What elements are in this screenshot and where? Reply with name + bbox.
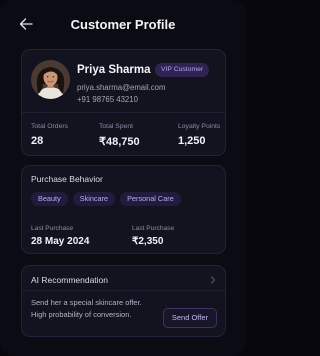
recommendation-line: Send her a special skincare offer. (31, 298, 142, 307)
last-purchase-amount: Last Purchase ₹2,350 (132, 225, 174, 247)
expand-button[interactable] (209, 276, 217, 284)
customer-email[interactable]: priya.sharma@email.com (77, 83, 166, 92)
stat-loyalty-points: Loyalty Points 1,250 (178, 123, 220, 147)
customer-profile-screen: Customer Profile Priya Sharma VIP Custom… (0, 0, 246, 356)
tag-beauty[interactable]: Beauty (31, 192, 68, 206)
stat-value: ₹48,750 (99, 136, 140, 148)
stat-label: Total Orders (31, 123, 69, 130)
last-purchase-date: Last Purchase 28 May 2024 (31, 225, 89, 247)
send-offer-button[interactable]: Send Offer (162, 308, 217, 328)
divider (22, 112, 225, 113)
stat-value: 1,250 (178, 135, 206, 147)
avatar-image (31, 60, 70, 99)
stat-total-spent: Total Spent ₹48,750 (99, 123, 140, 148)
purchase-behavior-card: Purchase Behavior Beauty Skincare Person… (21, 165, 226, 254)
purchase-label: Last Purchase (132, 225, 175, 232)
page-title: Customer Profile (70, 17, 176, 32)
section-title: AI Recommendation (31, 275, 109, 285)
tag-personal-care[interactable]: Personal Care (120, 192, 181, 206)
customer-phone[interactable]: +91 98765 43210 (77, 95, 138, 104)
stat-label: Total Spent (99, 123, 134, 130)
header: Customer Profile (0, 0, 246, 50)
recommendation-text: Send her a special skincare offer. High … (31, 297, 142, 321)
purchase-value: 28 May 2024 (31, 236, 90, 247)
section-title: Purchase Behavior (31, 174, 103, 184)
vip-badge: VIP Customer (155, 63, 210, 77)
purchase-value: ₹2,350 (132, 236, 164, 247)
tag-skincare[interactable]: Skincare (72, 192, 116, 206)
stat-label: Loyalty Points (178, 123, 221, 130)
divider (22, 290, 225, 291)
tag-list: Beauty Skincare Personal Care (31, 192, 181, 206)
stat-total-orders: Total Orders 28 (31, 123, 68, 147)
stat-value: 28 (31, 135, 44, 147)
chevron-right-icon (210, 276, 216, 284)
avatar[interactable] (31, 60, 70, 99)
profile-card: Priya Sharma VIP Customer priya.sharma@e… (21, 49, 226, 156)
purchase-label: Last Purchase (31, 225, 74, 232)
customer-name: Priya Sharma (77, 64, 151, 76)
ai-recommendation-card: AI Recommendation Send her a special ski… (21, 265, 226, 337)
recommendation-line: High probability of conversion. (31, 310, 132, 319)
